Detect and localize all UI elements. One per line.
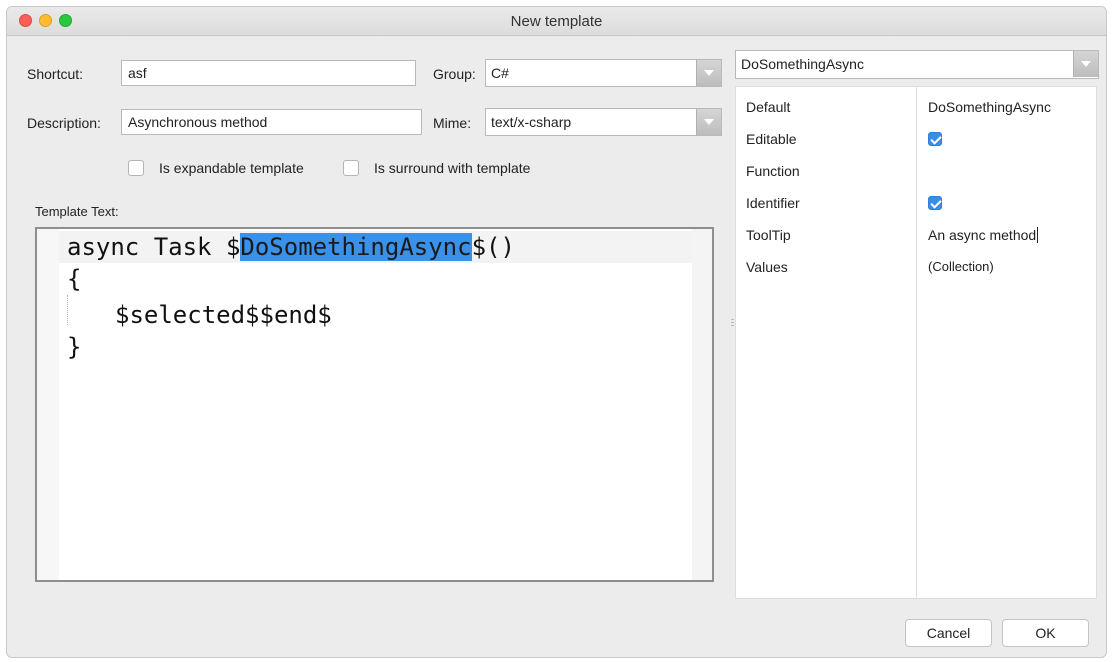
property-name: Default [746, 99, 791, 115]
property-name: Identifier [746, 195, 800, 211]
variable-properties-grid: Default DoSomethingAsync Editable Functi… [735, 86, 1097, 599]
code-line-3: $selected$$end$ [115, 301, 332, 329]
property-tooltip-input[interactable]: An async method [928, 227, 1039, 243]
grid-column-divider [916, 87, 917, 598]
group-select[interactable]: C# [485, 59, 722, 87]
variable-select[interactable]: DoSomethingAsync [735, 50, 1099, 79]
mime-select[interactable]: text/x-csharp [485, 108, 722, 136]
property-name: Function [746, 163, 800, 179]
property-name: Values [746, 259, 788, 275]
new-template-dialog: New template Shortcut: asf Group: C# Des… [6, 6, 1107, 658]
chevron-down-icon [704, 119, 714, 125]
template-text-label: Template Text: [35, 204, 119, 219]
editable-checkbox[interactable] [928, 132, 942, 146]
shortcut-label: Shortcut: [27, 66, 84, 82]
code-text: async Task $ [67, 233, 241, 261]
code-text: $() [471, 233, 515, 261]
code-line-1: async Task $DoSomethingAsync$() [67, 231, 515, 263]
mime-dropdown-button[interactable] [696, 109, 721, 135]
variable-select-value: DoSomethingAsync [741, 56, 864, 72]
surround-template-checkbox[interactable] [343, 160, 359, 176]
group-dropdown-button[interactable] [696, 60, 721, 86]
selected-text: DoSomethingAsync [240, 233, 472, 261]
group-label: Group: [433, 66, 476, 82]
property-default-value[interactable]: DoSomethingAsync [928, 99, 1051, 115]
chevron-down-icon [704, 70, 714, 76]
expandable-template-label: Is expandable template [159, 160, 304, 176]
cancel-button[interactable]: Cancel [905, 619, 992, 647]
window-title: New template [510, 13, 603, 30]
surround-template-label: Is surround with template [374, 160, 531, 176]
editor-gutter [37, 229, 59, 580]
code-line-2: { [67, 265, 82, 293]
property-values-collection[interactable]: (Collection) [928, 259, 994, 274]
variable-dropdown-button[interactable] [1073, 51, 1098, 77]
indent-guide [67, 295, 68, 325]
ok-button[interactable]: OK [1002, 619, 1089, 647]
description-input[interactable]: Asynchronous method [121, 109, 422, 135]
group-select-value: C# [491, 65, 509, 81]
property-name: Editable [746, 131, 797, 147]
editor-scrollbar[interactable] [692, 229, 712, 580]
chevron-down-icon [1081, 61, 1091, 67]
description-label: Description: [27, 115, 101, 131]
shortcut-input[interactable]: asf [121, 60, 416, 86]
identifier-checkbox[interactable] [928, 196, 942, 210]
mime-select-value: text/x-csharp [491, 114, 572, 130]
code-line-4: } [67, 333, 82, 361]
property-name: ToolTip [746, 227, 791, 243]
expandable-template-checkbox[interactable] [128, 160, 144, 176]
title-bar: New template [7, 7, 1106, 36]
template-text-editor[interactable]: async Task $DoSomethingAsync$() { $selec… [35, 227, 714, 582]
mime-label: Mime: [433, 115, 472, 131]
